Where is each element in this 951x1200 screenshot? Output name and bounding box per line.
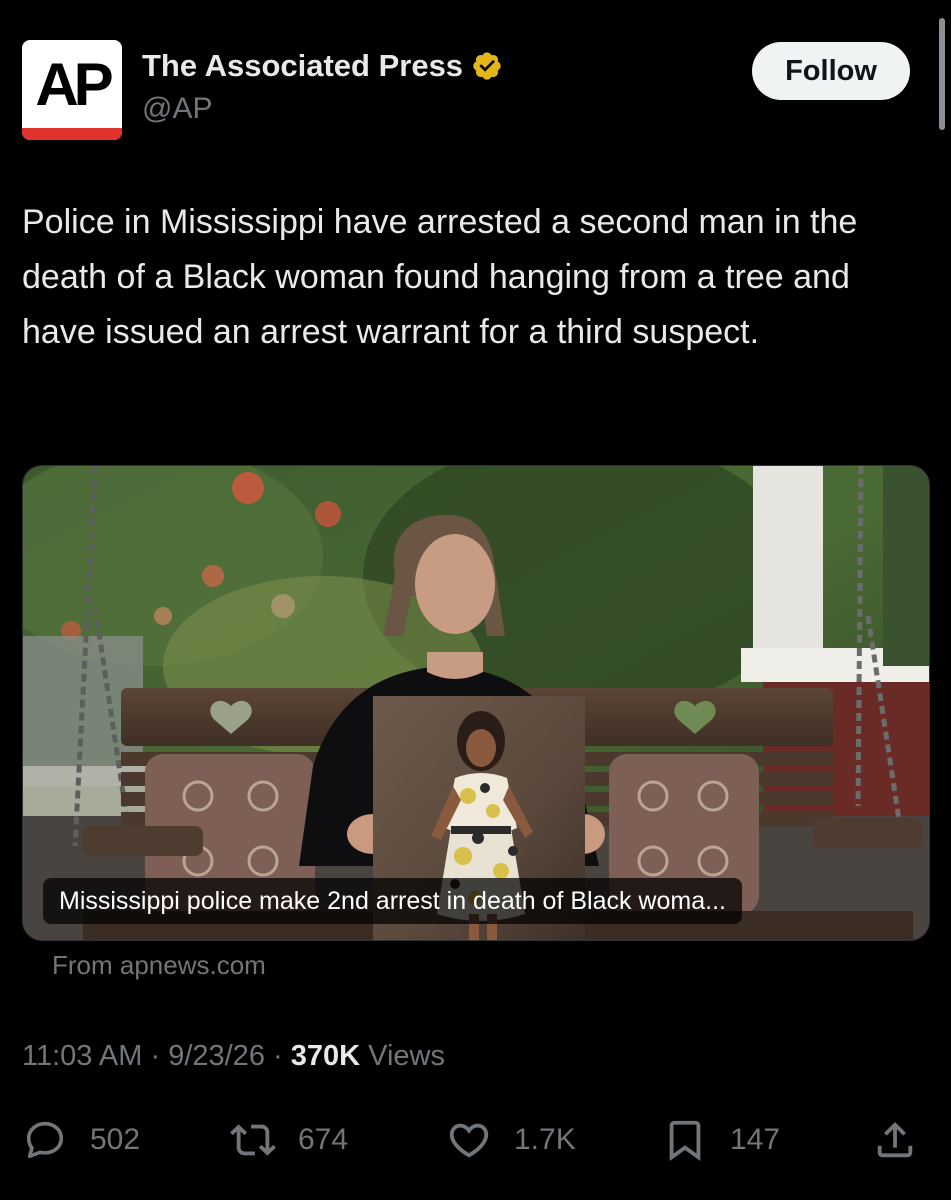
card-headline[interactable]: Mississippi police make 2nd arrest in de…	[43, 878, 742, 924]
verified-badge-icon[interactable]	[471, 50, 503, 82]
action-bar: 502 674 1.7K 147	[22, 1112, 922, 1168]
share-button[interactable]	[872, 1112, 918, 1168]
repost-count: 674	[298, 1123, 349, 1156]
card-source[interactable]: From apnews.com	[52, 950, 266, 981]
tweet-meta: 11:03 AM · 9/23/26 · 370K Views	[22, 1040, 445, 1073]
share-icon	[877, 1121, 913, 1158]
tweet-header: AP The Associated Press @AP Follow	[22, 40, 912, 142]
views-count: 370K	[290, 1040, 361, 1072]
bookmark-count: 147	[730, 1123, 781, 1156]
article-photo	[23, 466, 929, 940]
link-card[interactable]: Mississippi police make 2nd arrest in de…	[22, 465, 930, 941]
handle[interactable]: @AP	[142, 92, 212, 126]
name-row: The Associated Press	[142, 48, 503, 84]
avatar-logo-text: AP	[35, 51, 113, 118]
like-button[interactable]: 1.7K	[446, 1112, 576, 1168]
reply-button[interactable]: 502	[22, 1112, 140, 1168]
tweet-time[interactable]: 11:03 AM	[22, 1040, 142, 1072]
reply-icon	[26, 1121, 64, 1159]
like-count: 1.7K	[514, 1123, 576, 1156]
like-icon	[449, 1123, 489, 1158]
meta-separator: ·	[273, 1040, 283, 1072]
repost-icon	[230, 1124, 276, 1156]
scrollbar[interactable]	[939, 18, 945, 130]
tweet-date[interactable]: 9/23/26	[168, 1040, 265, 1072]
display-name[interactable]: The Associated Press	[142, 48, 463, 84]
reply-count: 502	[90, 1123, 141, 1156]
tweet-text: Police in Mississippi have arrested a se…	[22, 203, 858, 351]
avatar-logo-bar	[22, 128, 122, 140]
meta-separator: ·	[150, 1040, 161, 1072]
bookmark-icon	[669, 1120, 701, 1161]
views-label: Views	[368, 1040, 445, 1072]
follow-button[interactable]: Follow	[752, 42, 910, 100]
avatar[interactable]: AP	[22, 40, 122, 140]
repost-button[interactable]: 674	[230, 1112, 348, 1168]
bookmark-button[interactable]: 147	[662, 1112, 780, 1168]
